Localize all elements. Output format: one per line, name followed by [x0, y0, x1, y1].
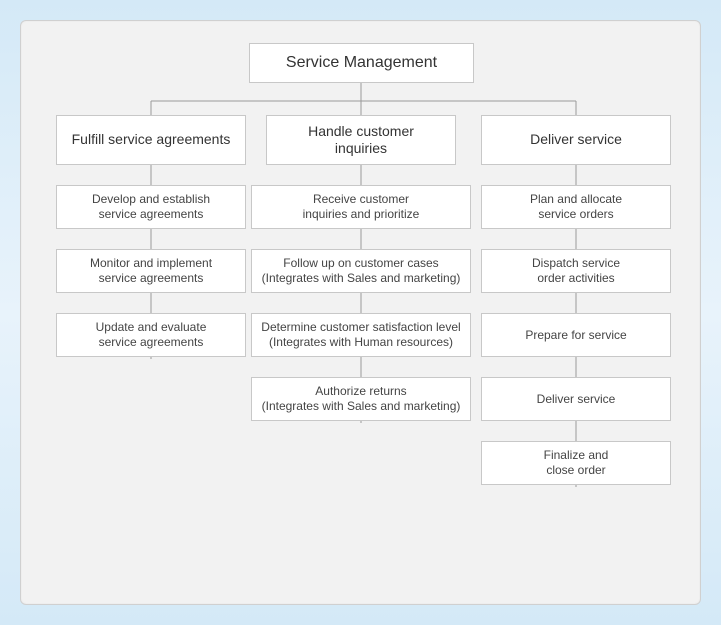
- step-node: Monitor and implementservice agreements: [56, 249, 246, 293]
- step-node: Prepare for service: [481, 313, 671, 357]
- category-deliver-service: Deliver service: [481, 115, 671, 165]
- category-label: Fulfill service agreements: [72, 131, 231, 149]
- step-node: Dispatch serviceorder activities: [481, 249, 671, 293]
- step-node: Follow up on customer cases(Integrates w…: [251, 249, 471, 293]
- step-label: Update and evaluateservice agreements: [96, 320, 207, 350]
- root-label: Service Management: [286, 53, 437, 73]
- step-node: Plan and allocateservice orders: [481, 185, 671, 229]
- step-label: Determine customer satisfaction level(In…: [261, 320, 460, 350]
- step-label: Prepare for service: [525, 328, 626, 343]
- step-label: Deliver service: [537, 392, 616, 407]
- step-node: Update and evaluateservice agreements: [56, 313, 246, 357]
- step-node: Finalize andclose order: [481, 441, 671, 485]
- step-label: Finalize andclose order: [544, 448, 609, 478]
- step-label: Develop and establishservice agreements: [92, 192, 210, 222]
- step-label: Dispatch serviceorder activities: [532, 256, 620, 286]
- step-node: Deliver service: [481, 377, 671, 421]
- step-label: Receive customerinquiries and prioritize: [303, 192, 420, 222]
- diagram-frame: Service Management Fulfill service agree…: [20, 20, 701, 605]
- category-label: Handle customerinquiries: [308, 123, 414, 158]
- step-label: Monitor and implementservice agreements: [90, 256, 212, 286]
- category-handle-inquiries: Handle customerinquiries: [266, 115, 456, 165]
- step-node: Authorize returns(Integrates with Sales …: [251, 377, 471, 421]
- step-node: Determine customer satisfaction level(In…: [251, 313, 471, 357]
- step-node: Develop and establishservice agreements: [56, 185, 246, 229]
- category-fulfill-agreements: Fulfill service agreements: [56, 115, 246, 165]
- step-label: Plan and allocateservice orders: [530, 192, 622, 222]
- step-label: Follow up on customer cases(Integrates w…: [262, 256, 461, 286]
- root-node: Service Management: [249, 43, 474, 83]
- step-label: Authorize returns(Integrates with Sales …: [262, 384, 461, 414]
- category-label: Deliver service: [530, 131, 622, 149]
- step-node: Receive customerinquiries and prioritize: [251, 185, 471, 229]
